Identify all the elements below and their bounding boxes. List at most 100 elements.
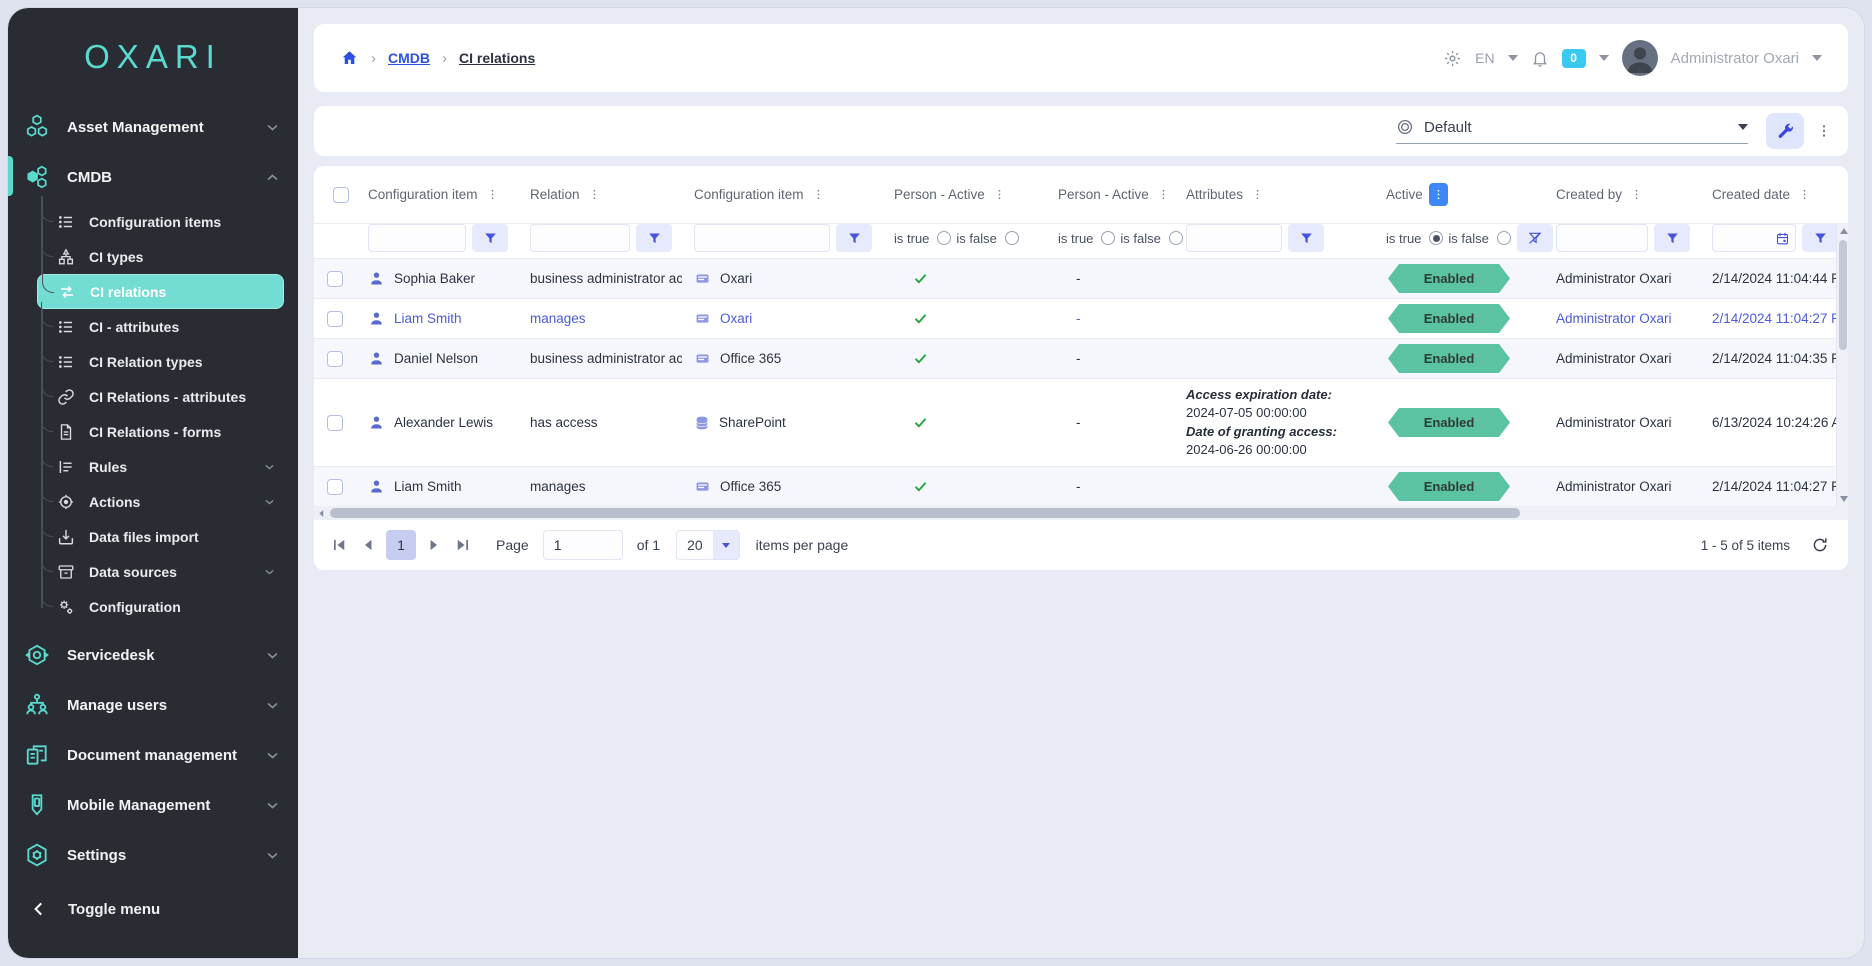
sidebar-item-manage-users[interactable]: Manage users xyxy=(8,680,298,730)
first-page-button[interactable] xyxy=(330,539,350,551)
configuration-item-cell[interactable]: Oxari xyxy=(682,311,882,326)
grid-settings-button[interactable] xyxy=(1766,113,1804,149)
breadcrumb-current-page[interactable]: CI relations xyxy=(459,50,535,66)
row-checkbox[interactable] xyxy=(327,415,343,431)
is-false-radio[interactable] xyxy=(1169,231,1183,245)
sidebar-item-data-sources[interactable]: Data sources xyxy=(37,554,284,589)
column-menu-button[interactable] xyxy=(586,185,603,204)
configuration-item-name[interactable]: Oxari xyxy=(720,311,752,326)
vertical-scrollbar[interactable] xyxy=(1836,224,1848,506)
language-selector[interactable]: EN xyxy=(1475,50,1494,66)
sidebar-item-ci-attributes[interactable]: CI - attributes xyxy=(37,309,284,344)
horizontal-scrollbar[interactable] xyxy=(314,506,1848,520)
sidebar-item-ci-relations-forms[interactable]: CI Relations - forms xyxy=(37,414,284,449)
toolbar-menu-button[interactable] xyxy=(1816,122,1832,140)
configuration-item-cell[interactable]: Oxari xyxy=(682,271,882,286)
filter-button[interactable] xyxy=(1802,224,1838,252)
configuration-item-name[interactable]: Office 365 xyxy=(720,351,781,366)
configuration-item-name[interactable]: Oxari xyxy=(720,271,752,286)
refresh-button[interactable] xyxy=(1808,536,1832,554)
sidebar-item-configuration-items[interactable]: Configuration items xyxy=(37,204,284,239)
view-selector-dropdown[interactable]: Default xyxy=(1396,118,1748,144)
person-name[interactable]: Alexander Lewis xyxy=(394,415,493,430)
filter-configuration-item-input[interactable] xyxy=(368,224,466,252)
sidebar-item-cmdb[interactable]: CMDB xyxy=(8,152,298,202)
configuration-item-cell[interactable]: Office 365 xyxy=(682,479,882,494)
sidebar-item-rules[interactable]: Rules xyxy=(37,449,284,484)
scroll-left-arrow[interactable] xyxy=(318,510,325,517)
column-menu-button-active[interactable] xyxy=(1429,183,1448,206)
sidebar-item-ci-relations[interactable]: CI relations xyxy=(37,274,284,309)
horizontal-scrollbar-thumb[interactable] xyxy=(330,508,1520,518)
is-true-radio[interactable] xyxy=(937,231,951,245)
person-name[interactable]: Liam Smith xyxy=(394,479,462,494)
sidebar-item-ci-relations-attributes[interactable]: CI Relations - attributes xyxy=(37,379,284,414)
breadcrumb-cmdb-link[interactable]: CMDB xyxy=(388,50,430,66)
filter-button[interactable] xyxy=(1288,224,1324,252)
configuration-item-cell[interactable]: SharePoint xyxy=(682,415,882,431)
person-name[interactable]: Daniel Nelson xyxy=(394,351,478,366)
sidebar-item-actions[interactable]: Actions xyxy=(37,484,284,519)
is-true-radio[interactable] xyxy=(1101,231,1115,245)
person-name[interactable]: Sophia Baker xyxy=(394,271,475,286)
sidebar-item-data-files-import[interactable]: Data files import xyxy=(37,519,284,554)
configuration-item-name[interactable]: Office 365 xyxy=(720,479,781,494)
chevron-down-icon[interactable] xyxy=(1508,55,1518,61)
last-page-button[interactable] xyxy=(452,539,472,551)
sidebar-item-settings[interactable]: Settings xyxy=(8,830,298,880)
column-menu-button[interactable] xyxy=(1155,185,1172,204)
column-menu-button[interactable] xyxy=(1249,185,1266,204)
column-menu-button[interactable] xyxy=(1796,185,1813,204)
calendar-icon[interactable] xyxy=(1775,231,1790,246)
user-name[interactable]: Administrator Oxari xyxy=(1671,50,1799,67)
sidebar-item-servicedesk[interactable]: Servicedesk xyxy=(8,630,298,680)
page-input[interactable] xyxy=(543,530,623,560)
next-page-button[interactable] xyxy=(426,539,442,551)
filter-relation-input[interactable] xyxy=(530,224,630,252)
page-number-button[interactable]: 1 xyxy=(386,530,416,560)
filter-created-by-input[interactable] xyxy=(1556,224,1648,252)
table-row[interactable]: Alexander Lewis has access SharePoint - … xyxy=(314,378,1848,466)
is-false-radio[interactable] xyxy=(1497,231,1511,245)
column-menu-button[interactable] xyxy=(991,185,1008,204)
table-row[interactable]: Liam Smith manages Office 365 - Enabled … xyxy=(314,466,1848,506)
home-icon[interactable] xyxy=(340,49,359,67)
table-row[interactable]: Liam Smith manages Oxari - Enabled Admin… xyxy=(314,298,1848,338)
column-menu-button[interactable] xyxy=(1628,185,1645,204)
scroll-up-arrow[interactable] xyxy=(1840,228,1848,234)
table-row[interactable]: Daniel Nelson business administrator acc… xyxy=(314,338,1848,378)
row-checkbox[interactable] xyxy=(327,311,343,327)
filter-button[interactable] xyxy=(636,224,672,252)
is-false-radio[interactable] xyxy=(1005,231,1019,245)
gear-icon[interactable] xyxy=(1443,49,1462,68)
filter-button[interactable] xyxy=(472,224,508,252)
row-checkbox[interactable] xyxy=(327,479,343,495)
sidebar-item-asset-management[interactable]: Asset Management xyxy=(8,102,298,152)
sidebar-item-mobile-management[interactable]: Mobile Management xyxy=(8,780,298,830)
chevron-down-icon[interactable] xyxy=(1812,55,1822,61)
configuration-item-name[interactable]: SharePoint xyxy=(719,415,786,430)
row-checkbox[interactable] xyxy=(327,271,343,287)
bell-icon[interactable] xyxy=(1531,49,1549,68)
filter-button[interactable] xyxy=(836,224,872,252)
toggle-menu-button[interactable]: Toggle menu xyxy=(8,886,298,932)
filter-configuration-item-2-input[interactable] xyxy=(694,224,830,252)
column-menu-button[interactable] xyxy=(810,185,827,204)
column-menu-button[interactable] xyxy=(484,185,501,204)
configuration-item-cell[interactable]: Office 365 xyxy=(682,351,882,366)
table-row[interactable]: Sophia Baker business administrator acce… xyxy=(314,258,1848,298)
person-name[interactable]: Liam Smith xyxy=(394,311,462,326)
is-true-radio-checked[interactable] xyxy=(1429,231,1443,245)
row-checkbox[interactable] xyxy=(327,351,343,367)
sidebar-item-ci-relation-types[interactable]: CI Relation types xyxy=(37,344,284,379)
sidebar-item-configuration[interactable]: Configuration xyxy=(37,589,284,624)
previous-page-button[interactable] xyxy=(360,539,376,551)
chevron-down-icon[interactable] xyxy=(1599,55,1609,61)
select-all-checkbox[interactable] xyxy=(333,187,349,203)
filter-attributes-input[interactable] xyxy=(1186,224,1282,252)
scroll-down-arrow[interactable] xyxy=(1840,496,1848,502)
avatar[interactable] xyxy=(1622,40,1658,76)
sidebar-item-document-management[interactable]: Document management xyxy=(8,730,298,780)
sidebar-item-ci-types[interactable]: CI types xyxy=(37,239,284,274)
page-size-select[interactable]: 20 xyxy=(676,530,740,560)
